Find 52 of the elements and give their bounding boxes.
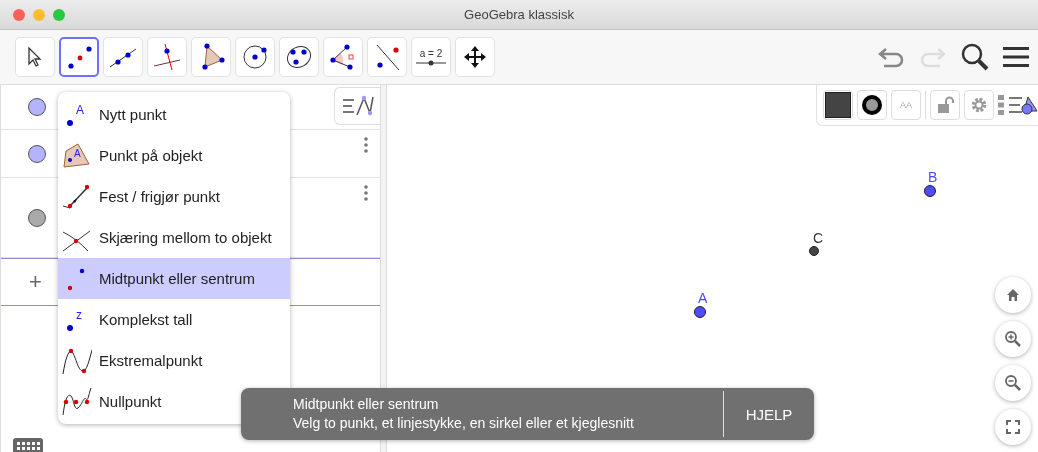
fullscreen-button[interactable]	[995, 409, 1031, 445]
zoom-out-icon	[1004, 374, 1022, 392]
settings-icon	[970, 96, 988, 114]
more-icon[interactable]	[998, 95, 1004, 115]
perpendicular-line-icon	[152, 42, 182, 72]
curve-icon	[62, 386, 92, 417]
visibility-dot[interactable]	[28, 208, 46, 227]
undo-icon[interactable]	[876, 45, 906, 69]
point[interactable]	[924, 185, 936, 197]
more-icon[interactable]	[364, 185, 368, 201]
zoom-in-icon	[1004, 330, 1022, 348]
point-label: B	[928, 170, 938, 185]
zoom-out-button[interactable]	[995, 365, 1031, 401]
color-button[interactable]	[823, 90, 853, 120]
lock-button[interactable]	[930, 90, 960, 120]
tool-button[interactable]: a = 2	[411, 37, 451, 77]
menu-item[interactable]: z Komplekst tall	[58, 299, 290, 340]
visibility-dot[interactable]	[28, 98, 46, 116]
search-icon[interactable]	[960, 42, 990, 72]
view-toggle-icon[interactable]	[1008, 94, 1038, 116]
menu-item[interactable]: Fest / frigjør punkt	[58, 176, 290, 217]
more-icon[interactable]	[364, 137, 368, 153]
menu-item[interactable]: Ekstremalpunkt	[58, 340, 290, 381]
menu-icon[interactable]	[1002, 45, 1030, 69]
point-label: C	[813, 231, 824, 246]
menu-item[interactable]: A Nytt punkt	[58, 94, 290, 135]
tooltip-title: Midtpunkt eller sentrum	[293, 395, 440, 414]
move-arrows-icon	[462, 44, 488, 70]
zoom-in-button[interactable]	[995, 321, 1031, 357]
settings-button[interactable]	[964, 90, 994, 120]
add-symbol: +	[29, 269, 42, 295]
slider-icon	[416, 60, 446, 66]
menu-item[interactable]: Nullpunkt	[58, 381, 290, 422]
home-icon	[1006, 288, 1020, 302]
menu-item[interactable]: Skjæring mellom to objekt	[58, 217, 290, 258]
fullscreen-icon	[1006, 420, 1020, 434]
point[interactable]	[809, 246, 819, 256]
slider-tool-label: a = 2	[416, 48, 446, 66]
help-button[interactable]: HJELP	[724, 404, 814, 424]
graph-list-icon	[341, 95, 374, 117]
menu-item[interactable]: Midtpunkt eller sentrum	[58, 258, 290, 299]
tooltip-text: Velg to punkt, et linjestykke, en sirkel eller et kjeglesnitt	[293, 414, 635, 433]
window-title: GeoGebra klassisk	[464, 7, 574, 22]
point[interactable]	[694, 306, 706, 318]
algebra-style-button[interactable]	[334, 87, 380, 125]
home-button[interactable]	[995, 277, 1031, 313]
point-label: A	[698, 291, 708, 306]
point-style-button[interactable]	[857, 90, 887, 120]
menu-item[interactable]: A Punkt på objekt	[58, 135, 290, 176]
visibility-dot[interactable]	[28, 144, 46, 163]
lock-icon	[936, 96, 954, 114]
circle-icon	[240, 42, 270, 72]
